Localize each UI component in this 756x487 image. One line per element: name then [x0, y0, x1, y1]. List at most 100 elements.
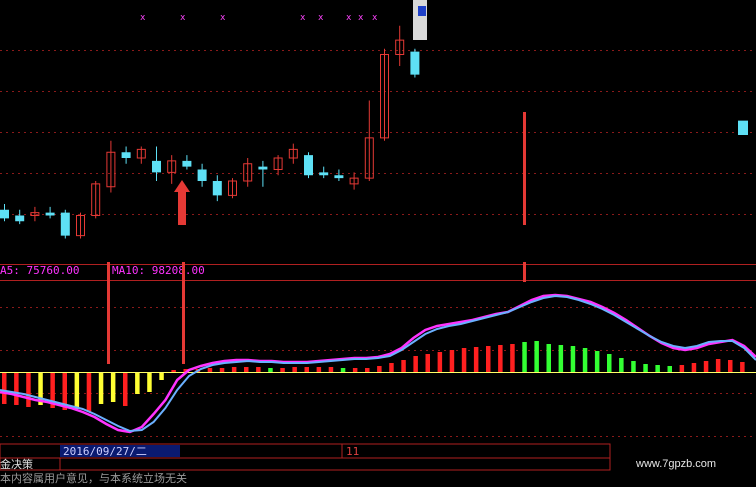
status-bar — [0, 457, 611, 471]
histogram-bar — [582, 348, 588, 372]
ma10-line — [0, 293, 756, 434]
histogram-bar — [292, 367, 297, 372]
histogram-bar — [643, 364, 648, 372]
histogram-bar — [449, 350, 455, 372]
histogram-bar — [437, 352, 443, 372]
histogram-bar — [546, 344, 551, 372]
histogram-bar — [147, 372, 152, 392]
histogram-bar — [123, 372, 128, 406]
histogram-bar — [703, 361, 709, 372]
price-grid — [0, 50, 756, 215]
histogram-bar — [352, 368, 358, 372]
indicator-spike — [523, 262, 526, 282]
candle-body — [738, 120, 748, 135]
indicator-spike — [107, 262, 110, 364]
up-arrow-icon — [174, 180, 190, 225]
marker-x: x — [346, 13, 352, 23]
candle-body — [258, 166, 268, 170]
histogram-bar — [377, 366, 382, 372]
histogram-bar — [256, 367, 261, 372]
histogram-bar — [473, 347, 479, 372]
candle-body — [197, 169, 207, 181]
candle-body — [212, 181, 222, 196]
status-left-text[interactable]: 金决策 — [0, 457, 33, 471]
histogram-bar — [534, 341, 539, 372]
histogram-bar — [74, 372, 80, 409]
histogram-bar — [401, 360, 406, 372]
histogram-bar — [740, 362, 745, 372]
candle-body — [182, 160, 192, 167]
histogram-bar — [98, 372, 104, 404]
histogram-bar — [486, 346, 491, 372]
histogram-bar — [498, 345, 503, 372]
histogram-bar — [207, 368, 213, 372]
marker-x: x — [180, 13, 186, 23]
histogram-bar — [619, 358, 624, 372]
ma10-label: MA10: 98208.00 — [112, 264, 205, 277]
marker-x: x — [140, 13, 146, 23]
histogram-bar — [159, 372, 164, 380]
histogram-bar — [219, 368, 225, 372]
price-spike — [523, 112, 526, 225]
histogram-bar — [280, 368, 285, 372]
histogram-bar — [594, 351, 600, 372]
stock-chart: xxxxxxxx A5: 75760.00 MA10: 98208.00 201… — [0, 0, 756, 485]
watermark: www.7gpzb.com — [635, 458, 716, 470]
candle-body — [304, 155, 313, 176]
volume-spikes — [523, 112, 526, 225]
histogram-bar — [304, 367, 309, 372]
histogram-bar — [679, 365, 685, 372]
date-cursor-label: 2016/09/27/二 — [63, 445, 147, 458]
histogram-bar — [655, 365, 660, 372]
histogram-bars — [0, 262, 756, 412]
histogram-bar — [340, 368, 346, 372]
histogram-bar — [510, 344, 515, 372]
candle-body — [60, 212, 70, 236]
histogram-bar — [631, 361, 636, 372]
histogram-bar — [607, 354, 612, 372]
histogram-bar — [316, 367, 322, 372]
histogram-bar — [728, 360, 733, 372]
candle-body — [410, 51, 420, 75]
histogram-bar — [715, 359, 721, 372]
histogram-bar — [244, 367, 249, 372]
histogram-bar — [667, 366, 672, 372]
histogram-bar — [328, 367, 334, 372]
histogram-bar — [365, 368, 370, 372]
candle-body — [0, 209, 9, 219]
price-panel: xxxxxxxx — [0, 0, 756, 239]
histogram-bar — [461, 348, 467, 372]
histogram-bar — [231, 367, 237, 372]
histogram-bar — [522, 342, 527, 372]
histogram-bar — [171, 370, 176, 372]
marker-x: x — [358, 13, 364, 23]
candle-body — [334, 175, 344, 179]
histogram-bar — [110, 372, 116, 402]
ma5-label: A5: 75760.00 — [0, 264, 79, 277]
marker-row: xxxxxxxx — [140, 13, 378, 23]
candle-body — [45, 212, 55, 216]
histogram-bar — [425, 354, 430, 372]
marker-x: x — [372, 13, 378, 23]
candle-body — [319, 172, 329, 176]
candle-body — [121, 152, 131, 158]
candle-body — [152, 160, 161, 173]
histogram-bar — [86, 372, 92, 412]
histogram-bar — [26, 372, 31, 407]
marker-x: x — [318, 13, 324, 23]
histogram-bar — [135, 372, 140, 394]
marker-x: x — [220, 13, 226, 23]
disclaimer-text: 本内容属用户意见，与本系统立场无关 — [0, 471, 187, 485]
date-tick-label: 11 — [346, 445, 359, 458]
popup-icon — [418, 6, 426, 16]
marker-x: x — [300, 13, 306, 23]
histogram-bar — [558, 345, 564, 372]
histogram-bar — [413, 356, 418, 372]
histogram-bar — [14, 372, 19, 405]
histogram-bar — [570, 346, 576, 372]
candle-body — [15, 215, 25, 222]
ma5-line — [0, 294, 756, 433]
indicator-spike — [182, 262, 185, 364]
histogram-bar — [2, 372, 7, 404]
histogram-bar — [268, 368, 273, 372]
